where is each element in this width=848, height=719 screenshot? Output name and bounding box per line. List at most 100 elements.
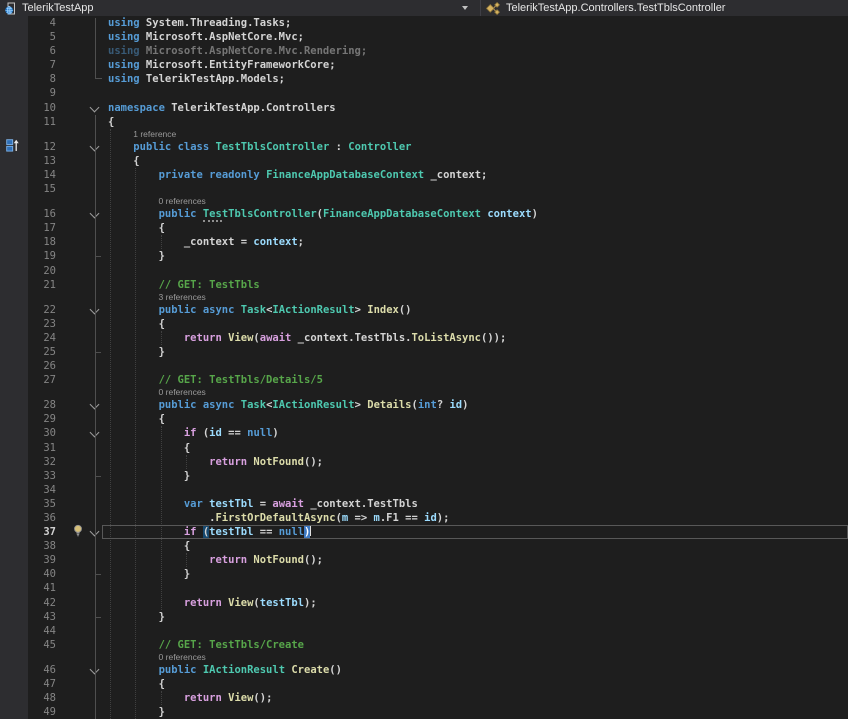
code-text[interactable] — [104, 264, 848, 278]
code-text[interactable]: using Microsoft.AspNetCore.Mvc; — [104, 30, 848, 44]
code-line: 8using TelerikTestApp.Models; — [0, 72, 848, 86]
code-editor[interactable]: 4using System.Threading.Tasks;5using Mic… — [0, 16, 848, 719]
fold-chevron-icon[interactable] — [90, 209, 100, 219]
code-text[interactable]: private readonly FinanceAppDatabaseConte… — [104, 168, 848, 182]
codelens-references-link[interactable]: 1 reference — [104, 129, 848, 140]
code-line: 25 } — [0, 345, 848, 359]
indicator-margin — [0, 154, 28, 168]
code-text[interactable]: return View(); — [104, 691, 848, 705]
indicator-margin — [0, 72, 28, 86]
code-text[interactable] — [104, 86, 848, 100]
code-text[interactable]: var testTbl = await _context.TestTbls — [104, 497, 848, 511]
fold-chevron-icon[interactable] — [90, 102, 100, 112]
code-text[interactable]: { — [104, 677, 848, 691]
code-text[interactable]: using System.Threading.Tasks; — [104, 16, 848, 30]
code-text[interactable] — [104, 581, 848, 595]
code-text[interactable]: using Microsoft.AspNetCore.Mvc.Rendering… — [104, 44, 848, 58]
code-text[interactable]: // GET: TestTbls — [104, 278, 848, 292]
code-text[interactable] — [104, 624, 848, 638]
code-text[interactable]: using Microsoft.EntityFrameworkCore; — [104, 58, 848, 72]
fold-chevron-icon[interactable] — [90, 428, 100, 438]
type-member-dropdown[interactable]: TelerikTestApp.Controllers.TestTblsContr… — [481, 0, 848, 16]
line-number: 6 — [28, 44, 56, 58]
indicator-margin — [0, 624, 28, 638]
indicator-margin — [0, 44, 28, 58]
code-text[interactable]: public IActionResult Create() — [104, 663, 848, 677]
code-text[interactable]: { — [104, 221, 848, 235]
code-text[interactable]: // GET: TestTbls/Create — [104, 638, 848, 652]
code-text[interactable]: return View(await _context.TestTbls.ToLi… — [104, 331, 848, 345]
code-text[interactable]: { — [104, 412, 848, 426]
codelens-references-link[interactable]: 0 references — [104, 196, 848, 207]
code-line: 36 .FirstOrDefaultAsync(m => m.F1 == id)… — [0, 511, 848, 525]
line-number: 49 — [28, 705, 56, 719]
fold-chevron-icon[interactable] — [90, 141, 100, 151]
line-number: 23 — [28, 317, 56, 331]
navigation-bar: TelerikTestApp TelerikTestApp.Controller… — [0, 0, 848, 16]
code-text[interactable]: if (testTbl == null) — [104, 525, 848, 539]
code-text[interactable]: _context = context; — [104, 235, 848, 249]
line-number: 29 — [28, 412, 56, 426]
code-text[interactable]: public class TestTblsController : Contro… — [104, 140, 848, 154]
code-line: 48 return View(); — [0, 691, 848, 705]
codelens-references-link[interactable]: 3 references — [104, 292, 848, 303]
indicator-margin — [0, 16, 28, 30]
class-icon — [486, 2, 501, 15]
project-dropdown[interactable]: TelerikTestApp — [0, 0, 481, 16]
code-text[interactable]: return View(testTbl); — [104, 596, 848, 610]
code-text[interactable]: public async Task<IActionResult> Details… — [104, 398, 848, 412]
indicator-margin — [0, 652, 28, 663]
code-text[interactable]: { — [104, 539, 848, 553]
code-text[interactable]: { — [104, 154, 848, 168]
inheritance-margin-icon[interactable] — [6, 139, 19, 155]
code-line: 23 { — [0, 317, 848, 331]
indicator-margin — [0, 596, 28, 610]
code-line: 11{ — [0, 115, 848, 129]
code-text[interactable]: { — [104, 115, 848, 129]
code-text[interactable]: } — [104, 345, 848, 359]
code-text[interactable]: } — [104, 249, 848, 263]
dropdown-arrow-icon[interactable] — [462, 6, 468, 10]
code-text[interactable]: public async Task<IActionResult> Index() — [104, 303, 848, 317]
code-text[interactable]: namespace TelerikTestApp.Controllers — [104, 101, 848, 115]
line-number: 45 — [28, 638, 56, 652]
code-text[interactable] — [104, 483, 848, 497]
indicator-margin — [0, 278, 28, 292]
quick-actions-lightbulb-icon[interactable] — [72, 524, 84, 540]
code-text[interactable]: { — [104, 441, 848, 455]
code-line: 21 // GET: TestTbls — [0, 278, 848, 292]
code-text[interactable] — [104, 182, 848, 196]
code-text[interactable]: } — [104, 610, 848, 624]
codelens-references-link[interactable]: 0 references — [104, 387, 848, 398]
line-number: 5 — [28, 30, 56, 44]
fold-chevron-icon[interactable] — [90, 664, 100, 674]
code-text[interactable]: using TelerikTestApp.Models; — [104, 72, 848, 86]
fold-chevron-icon[interactable] — [90, 304, 100, 314]
code-text[interactable]: { — [104, 317, 848, 331]
code-line: 19 } — [0, 249, 848, 263]
code-line: 47 { — [0, 677, 848, 691]
code-line: 27 // GET: TestTbls/Details/5 — [0, 373, 848, 387]
indicator-margin — [0, 497, 28, 511]
code-text[interactable]: return NotFound(); — [104, 455, 848, 469]
indicator-margin — [0, 441, 28, 455]
code-text[interactable]: } — [104, 469, 848, 483]
code-text[interactable]: public TestTblsController(FinanceAppData… — [104, 207, 848, 221]
indicator-margin — [0, 196, 28, 207]
fold-chevron-icon[interactable] — [90, 527, 100, 537]
code-text[interactable]: .FirstOrDefaultAsync(m => m.F1 == id); — [104, 511, 848, 525]
code-text[interactable]: return NotFound(); — [104, 553, 848, 567]
fold-chevron-icon[interactable] — [90, 400, 100, 410]
code-text[interactable]: } — [104, 567, 848, 581]
line-number — [28, 129, 56, 140]
code-text[interactable]: if (id == null) — [104, 426, 848, 440]
code-text[interactable] — [104, 359, 848, 373]
indicator-margin — [0, 567, 28, 581]
text-caret — [310, 525, 311, 536]
codelens-references-link[interactable]: 0 references — [104, 652, 848, 663]
code-line: 35 var testTbl = await _context.TestTbls — [0, 497, 848, 511]
code-line: 18 _context = context; — [0, 235, 848, 249]
line-number: 48 — [28, 691, 56, 705]
code-text[interactable]: // GET: TestTbls/Details/5 — [104, 373, 848, 387]
code-text[interactable]: } — [104, 705, 848, 719]
